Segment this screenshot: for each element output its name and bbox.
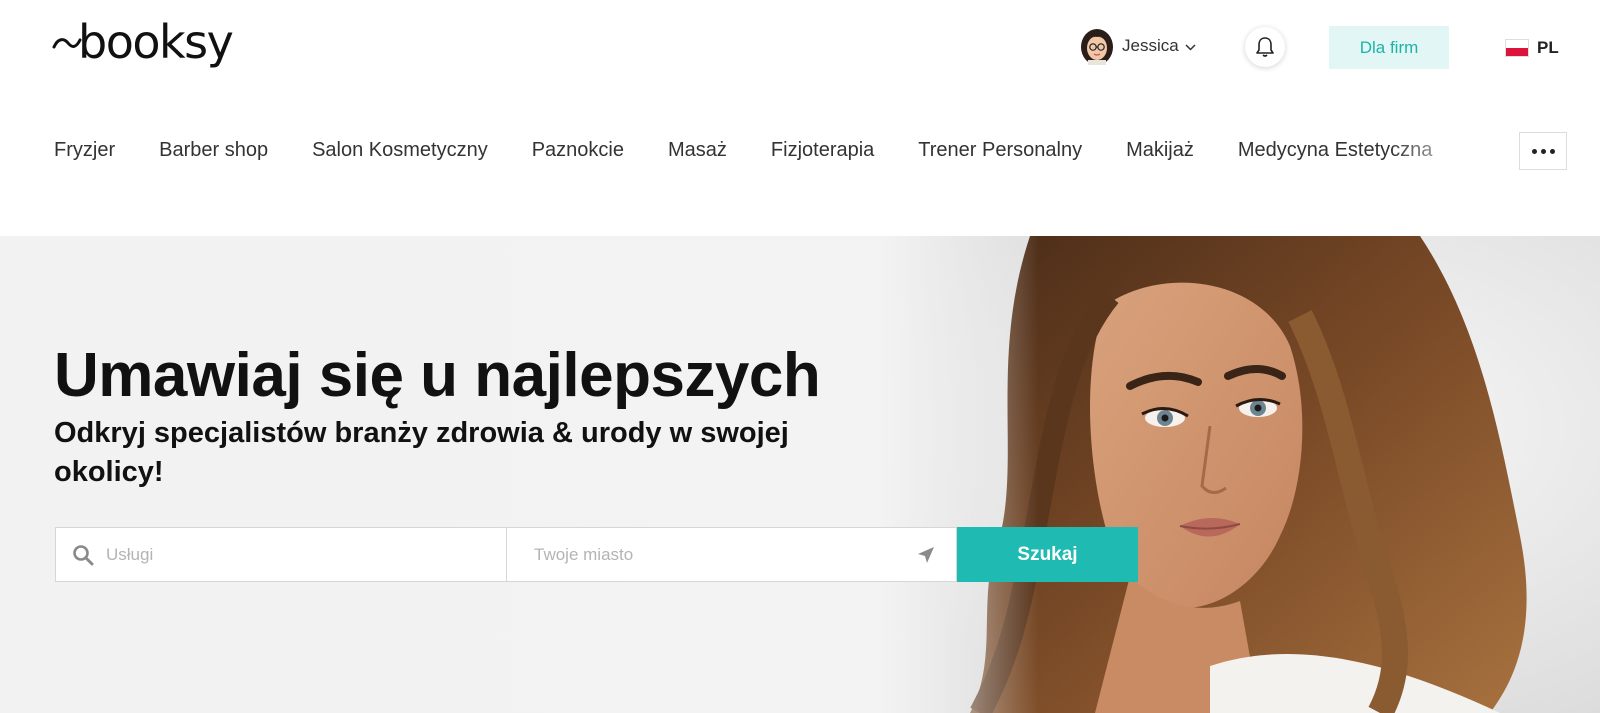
logo-swoosh-icon: [52, 38, 82, 49]
booksy-logo[interactable]: booksy: [52, 14, 234, 70]
city-field[interactable]: [507, 527, 957, 582]
category-fizjoterapia[interactable]: Fizjoterapia: [771, 128, 874, 172]
language-label: PL: [1537, 38, 1559, 57]
category-barber-shop[interactable]: Barber shop: [159, 128, 268, 172]
search-bar: Szukaj: [55, 527, 1138, 582]
service-input[interactable]: [106, 544, 506, 565]
search-icon: [73, 544, 94, 565]
poland-flag-icon: [1505, 39, 1529, 57]
hero-subtitle: Odkryj specjalistów branży zdrowia & uro…: [54, 417, 789, 488]
for-business-button[interactable]: Dla firm: [1329, 26, 1449, 69]
notifications-button[interactable]: [1245, 27, 1285, 67]
hero-model-photo: [880, 236, 1600, 713]
hero-section: Umawiaj się u najlepszych Odkryj specjal…: [0, 236, 1600, 713]
hero-title: Umawiaj się u najlepszych: [54, 341, 821, 410]
search-button[interactable]: Szukaj: [957, 527, 1138, 582]
category-fryzjer[interactable]: Fryzjer: [54, 128, 115, 172]
category-salon-kosmetyczny[interactable]: Salon Kosmetyczny: [312, 128, 488, 172]
bell-icon: [1256, 37, 1274, 57]
city-input[interactable]: [534, 544, 916, 565]
category-paznokcie[interactable]: Paznokcie: [532, 128, 624, 172]
category-trener-personalny[interactable]: Trener Personalny: [918, 128, 1082, 172]
user-avatar: [1080, 27, 1114, 65]
more-categories-button[interactable]: [1519, 132, 1567, 170]
category-medycyna-estetyczna[interactable]: Medycyna Estetyczna: [1238, 128, 1433, 172]
user-name: Jessica: [1122, 36, 1179, 55]
service-field[interactable]: [55, 527, 507, 582]
header: booksy Jessica Dla firm PL Fryzjer Barbe…: [0, 0, 1600, 236]
category-masaz[interactable]: Masaż: [668, 128, 727, 172]
category-makijaz[interactable]: Makijaż: [1126, 128, 1194, 172]
more-horizontal-icon: [1531, 148, 1537, 154]
user-menu[interactable]: Jessica: [1080, 26, 1196, 66]
location-arrow-icon[interactable]: [916, 545, 936, 565]
category-nav: Fryzjer Barber shop Salon Kosmetyczny Pa…: [54, 128, 1474, 172]
chevron-down-icon: [1185, 43, 1196, 51]
language-selector[interactable]: PL: [1505, 34, 1559, 62]
